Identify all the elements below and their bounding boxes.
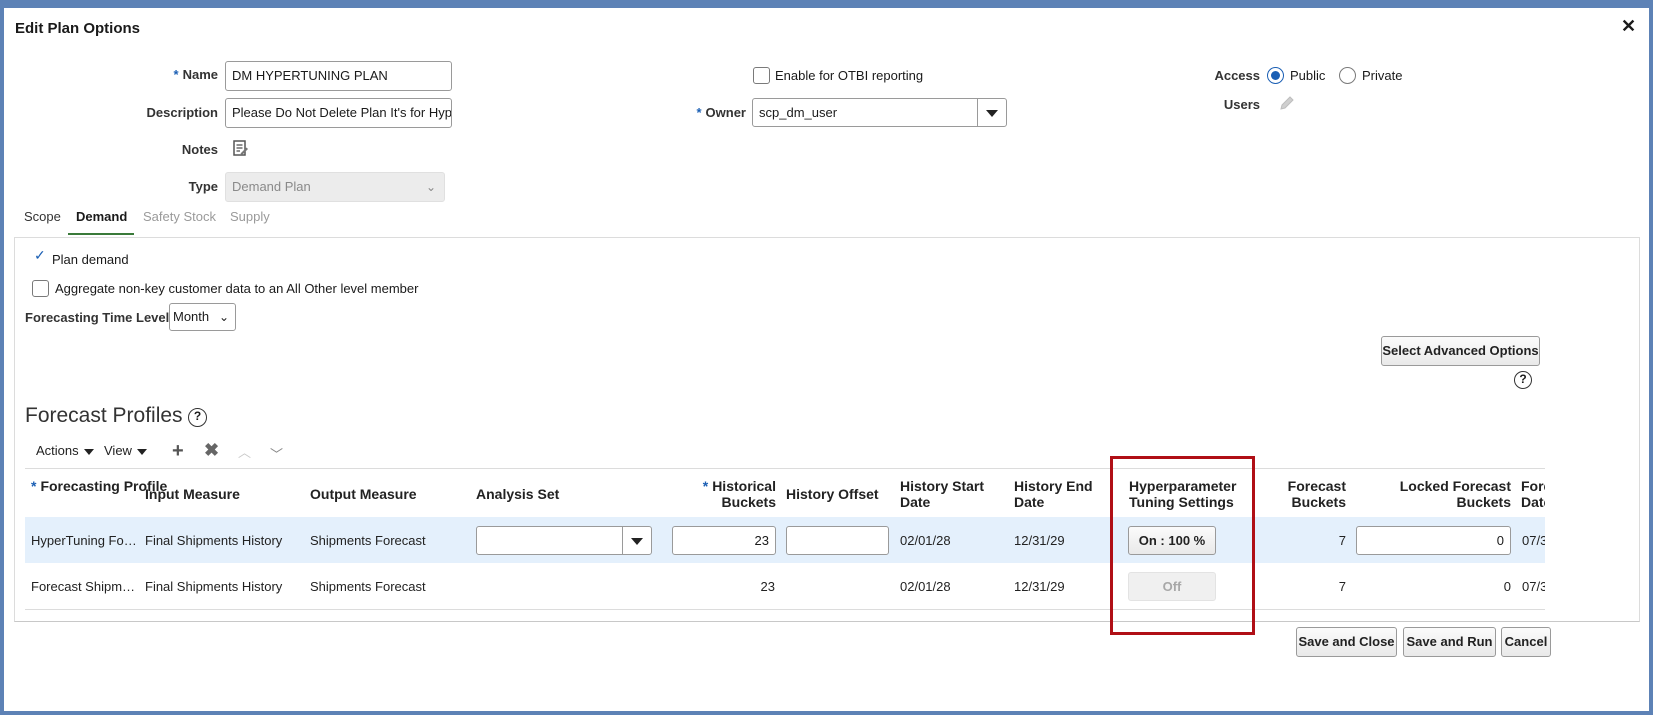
view-menu[interactable]: View (104, 443, 147, 458)
row1-locked-forecast-buckets-input[interactable]: 0 (1356, 526, 1511, 555)
type-label: Type (188, 179, 218, 194)
row1-forecast-date-partial: 07/3 (1522, 533, 1545, 548)
col-history-start-date[interactable]: History Start Date (900, 478, 995, 510)
table-bottom-border (25, 609, 1545, 610)
row2-history-end: 12/31/29 (1014, 579, 1065, 594)
description-label: Description (146, 105, 218, 120)
row1-history-end: 12/31/29 (1014, 533, 1065, 548)
row1-forecast-buckets: 7 (1338, 533, 1346, 548)
chevron-down-icon: ⌄ (425, 180, 436, 194)
col-history-end-date[interactable]: History End Date (1014, 478, 1109, 510)
save-and-run-button[interactable]: Save and Run (1403, 627, 1496, 657)
row1-history-start: 02/01/28 (900, 533, 951, 548)
plan-demand-label: Plan demand (52, 252, 129, 267)
aggregate-label: Aggregate non-key customer data to an Al… (55, 281, 419, 296)
move-down-icon[interactable]: ﹀ (270, 444, 283, 463)
chevron-down-icon: ⌄ (218, 310, 229, 324)
cancel-button[interactable]: Cancel (1501, 627, 1551, 657)
select-advanced-options-button[interactable]: Select Advanced Options (1381, 336, 1540, 366)
col-locked-forecast-buckets[interactable]: Locked Forecast Buckets (1375, 478, 1511, 510)
owner-dropdown-icon (977, 99, 1006, 126)
col-output-measure[interactable]: Output Measure (310, 486, 417, 502)
owner-label: *scp_dm_userOwner (696, 105, 746, 120)
access-private-label: Private (1362, 68, 1403, 83)
col-forecast-buckets[interactable]: Forecast Buckets (1276, 478, 1346, 510)
access-private-radio[interactable] (1339, 67, 1356, 84)
row1-history-offset-input[interactable] (786, 526, 889, 555)
move-up-icon: ︿ (238, 445, 252, 460)
type-select: Demand Plan ⌄ (225, 172, 445, 202)
users-label: Users (1223, 97, 1260, 112)
description-input[interactable]: Please Do Not Delete Plan It's for Hype (225, 98, 452, 128)
tab-demand[interactable]: Demand (76, 209, 127, 224)
col-input-measure[interactable]: Input Measure (145, 486, 240, 502)
help-icon[interactable]: ? (188, 408, 207, 427)
col-forecast-date-partial[interactable]: Fore Date (1521, 478, 1545, 510)
row1-profile: HyperTuning Fo… (31, 533, 137, 548)
highlight-box (1110, 456, 1255, 635)
check-icon: ✓ (34, 247, 46, 263)
tab-supply: Supply (230, 209, 270, 224)
col-historical-buckets[interactable]: * Historical Buckets (690, 478, 776, 510)
row1-analysis-set-select[interactable] (476, 526, 652, 555)
name-label: * Name (173, 67, 218, 82)
tab-active-indicator (68, 233, 134, 235)
row1-input-measure: Final Shipments History (145, 533, 283, 548)
dialog-title: Edit Plan Options (15, 20, 141, 37)
name-input[interactable]: DM HYPERTUNING PLAN (225, 61, 452, 91)
row2-historical-buckets: 23 (760, 579, 775, 594)
forecast-profiles-heading: Forecast Profiles (25, 404, 183, 427)
notes-label: Notes (181, 142, 218, 157)
tab-safety-stock: Safety Stock (143, 209, 216, 224)
row1-output-measure: Shipments Forecast (310, 533, 426, 548)
row2-locked-forecast-buckets: 0 (1503, 579, 1511, 594)
time-level-label: Forecasting Time Level (25, 310, 170, 325)
table-top-border (25, 468, 1545, 469)
pencil-icon[interactable] (1278, 94, 1296, 112)
delete-icon[interactable]: ✖ (204, 440, 219, 461)
help-icon[interactable]: ? (1514, 371, 1532, 389)
time-level-select[interactable]: Month ⌄ (169, 303, 236, 331)
tab-scope[interactable]: Scope (24, 209, 61, 224)
aggregate-checkbox[interactable] (32, 280, 49, 297)
access-public-radio[interactable] (1267, 67, 1284, 84)
row1-historical-buckets-input[interactable]: 23 (672, 526, 776, 555)
otbi-label: Enable for OTBI reporting (775, 68, 924, 83)
access-label: Access (1214, 68, 1260, 83)
add-icon[interactable]: + (172, 441, 184, 461)
owner-input[interactable]: scp_dm_user (752, 98, 1007, 127)
analysis-set-dropdown-icon (622, 527, 651, 554)
otbi-checkbox[interactable] (753, 67, 770, 84)
access-public-label: Public (1290, 68, 1326, 83)
save-and-close-button[interactable]: Save and Close (1296, 627, 1397, 657)
col-history-offset[interactable]: History Offset (786, 486, 879, 502)
close-icon[interactable]: ✕ (1621, 16, 1636, 37)
row2-output-measure: Shipments Forecast (310, 579, 426, 594)
row2-forecast-buckets: 7 (1338, 579, 1346, 594)
actions-menu[interactable]: Actions (36, 443, 94, 458)
row2-history-start: 02/01/28 (900, 579, 951, 594)
row2-forecast-date-partial: 07/3 (1522, 579, 1545, 594)
row2-input-measure: Final Shipments History (145, 579, 283, 594)
row2-profile: Forecast Shipm… (31, 579, 136, 594)
notes-icon[interactable] (233, 140, 249, 157)
col-analysis-set[interactable]: Analysis Set (476, 486, 559, 502)
